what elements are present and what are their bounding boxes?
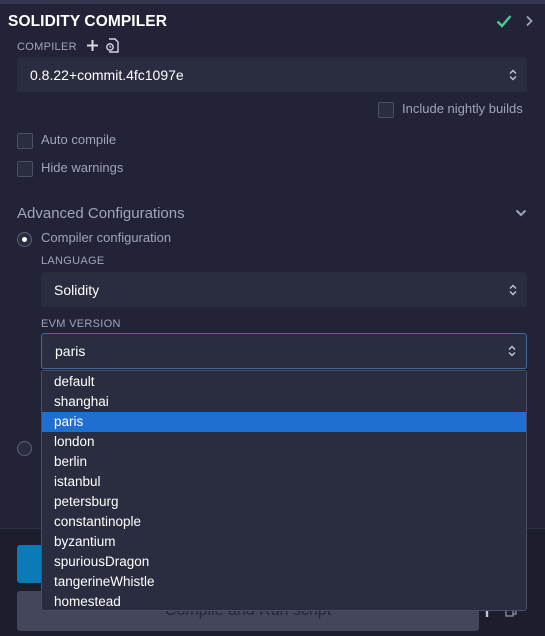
evm-version-value: paris bbox=[55, 343, 86, 359]
evm-option-shanghai[interactable]: shanghai bbox=[42, 392, 526, 412]
compiler-version-select[interactable]: 0.8.22+commit.4fc1097e bbox=[17, 57, 527, 92]
evm-option-homestead[interactable]: homestead bbox=[42, 592, 526, 610]
evm-option-berlin[interactable]: berlin bbox=[42, 452, 526, 472]
plus-icon[interactable] bbox=[86, 39, 99, 52]
compiler-configuration-radio[interactable] bbox=[17, 232, 32, 247]
hide-warnings-label: Hide warnings bbox=[41, 160, 124, 175]
include-nightly-label: Include nightly builds bbox=[402, 101, 523, 116]
panel-title: SOLIDITY COMPILER bbox=[8, 13, 168, 30]
include-nightly-checkbox[interactable] bbox=[378, 102, 394, 118]
auto-compile-label: Auto compile bbox=[41, 132, 117, 147]
config-file-radio[interactable] bbox=[17, 441, 32, 456]
updown-arrows-icon bbox=[508, 345, 516, 357]
evm-option-constantinople[interactable]: constantinople bbox=[42, 512, 526, 532]
chevron-down-icon[interactable] bbox=[515, 208, 527, 218]
compiler-label: COMPILER bbox=[17, 41, 77, 53]
chevron-right-icon[interactable] bbox=[524, 15, 534, 27]
hide-warnings-checkbox[interactable] bbox=[17, 161, 33, 177]
compiler-version-value: 0.8.22+commit.4fc1097e bbox=[30, 66, 184, 83]
load-compiler-icon[interactable] bbox=[105, 38, 119, 53]
evm-option-spuriousdragon[interactable]: spuriousDragon bbox=[42, 552, 526, 572]
language-select[interactable]: Solidity bbox=[41, 272, 527, 307]
updown-arrows-icon bbox=[509, 284, 517, 295]
evm-version-dropdown: default shanghai paris london berlin istanbul… bbox=[41, 370, 527, 611]
language-value: Solidity bbox=[54, 281, 100, 298]
language-label: LANGUAGE bbox=[41, 255, 105, 267]
evm-option-byzantium[interactable]: byzantium bbox=[42, 532, 526, 552]
advanced-configurations-toggle[interactable]: Advanced Configurations bbox=[17, 205, 185, 222]
evm-option-default[interactable]: default bbox=[42, 372, 526, 392]
updown-arrows-icon bbox=[509, 69, 517, 80]
evm-option-tangerinewhistle[interactable]: tangerineWhistle bbox=[42, 572, 526, 592]
evm-option-london[interactable]: london bbox=[42, 432, 526, 452]
check-icon bbox=[496, 15, 512, 28]
compiler-configuration-label: Compiler configuration bbox=[41, 230, 172, 245]
evm-option-paris[interactable]: paris bbox=[42, 412, 526, 432]
evm-option-istanbul[interactable]: istanbul bbox=[42, 472, 526, 492]
panel-header: SOLIDITY COMPILER bbox=[0, 4, 545, 38]
evm-version-label: EVM VERSION bbox=[41, 318, 121, 330]
auto-compile-checkbox[interactable] bbox=[17, 133, 33, 149]
evm-option-petersburg[interactable]: petersburg bbox=[42, 492, 526, 512]
evm-version-select[interactable]: paris bbox=[41, 333, 527, 369]
